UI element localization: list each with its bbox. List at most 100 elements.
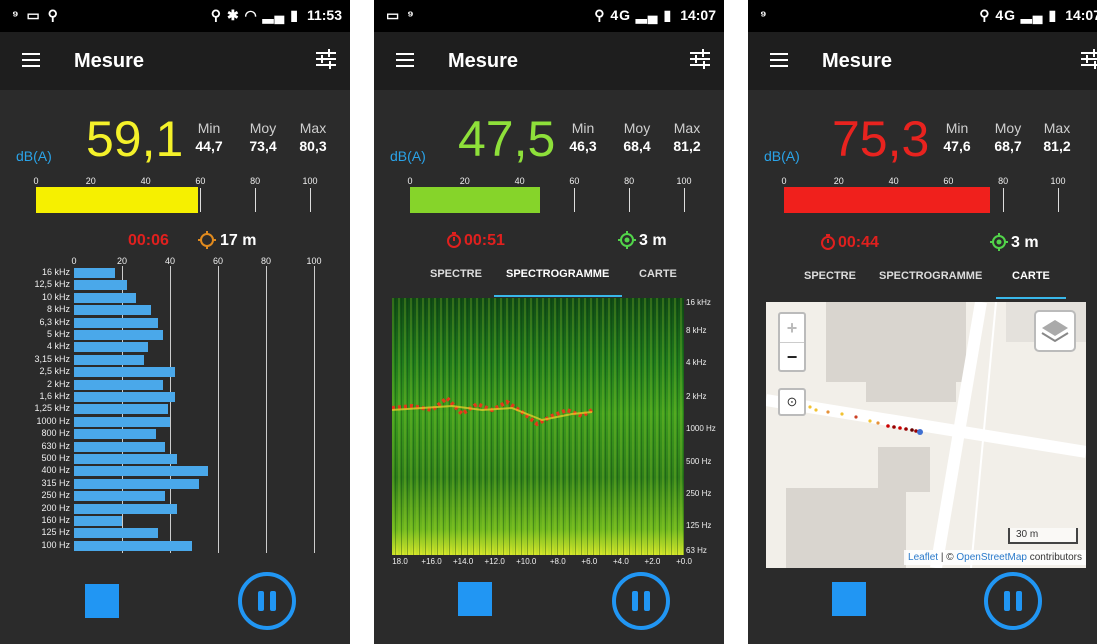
spectrogram-freq-label: 125 Hz (686, 521, 712, 530)
spectrogram-freq-label: 4 kHz (686, 358, 707, 367)
spectrogram-freq-label: 250 Hz (686, 489, 712, 498)
tab-spectrogramme[interactable]: SPECTROGRAMME (506, 268, 609, 280)
min-value: 47,6 (943, 138, 971, 154)
band-bar (74, 354, 144, 365)
app-bar: Mesure (0, 32, 350, 90)
level-bar (784, 187, 991, 213)
leaflet-link[interactable]: Leaflet (908, 552, 938, 563)
spectrogram-time-label: +16.0 (421, 557, 442, 566)
osm-link[interactable]: OpenStreetMap (956, 552, 1027, 563)
band-bar (74, 528, 158, 539)
status-time: 14:07 (1065, 7, 1097, 23)
band-bar (74, 379, 163, 390)
hamburger-menu-icon[interactable] (22, 53, 40, 67)
spectrum-grid-line (218, 266, 219, 553)
pause-button[interactable] (238, 572, 296, 630)
scale-tick-line (255, 188, 257, 212)
hamburger-menu-icon[interactable] (770, 53, 788, 67)
min-stat: Min 44,7 (186, 120, 232, 154)
status-left-icons: ▭ ⁹ (386, 7, 416, 23)
scale-tick-line (1058, 188, 1059, 212)
current-level: 47,5 (458, 111, 556, 167)
pause-button[interactable] (612, 572, 670, 630)
tab-spectrogramme[interactable]: SPECTROGRAMME (879, 270, 982, 282)
scale-tick-label: 60 (569, 176, 580, 186)
level-bar (410, 187, 541, 213)
band-bar (74, 367, 175, 378)
tab-spectre[interactable]: SPECTRE (430, 268, 482, 280)
tab-spectre[interactable]: SPECTRE (804, 270, 856, 282)
band-bar (74, 280, 127, 291)
pause-button[interactable] (984, 572, 1042, 630)
status-right: ⚲ 4G ▂▄ ▮ 14:07 (594, 7, 716, 24)
band-bar (74, 540, 192, 551)
zoom-out-button[interactable]: − (780, 342, 804, 370)
band-bar (74, 268, 115, 278)
stop-button[interactable] (832, 582, 866, 616)
band-label: 125 Hz (41, 527, 70, 538)
gps-fixed-icon (990, 233, 1008, 251)
band-bar (74, 466, 209, 477)
max-stat: Max 80,3 (290, 120, 336, 154)
active-tab-indicator (996, 297, 1066, 299)
status-time: 11:53 (306, 7, 342, 23)
stop-button[interactable] (85, 584, 119, 618)
zoom-in-button[interactable]: + (780, 314, 804, 342)
band-bar (74, 416, 170, 427)
scale-tick-line (629, 188, 631, 212)
scale-tick-label: 20 (459, 176, 470, 186)
status-left-icons: ⁹ (760, 7, 769, 23)
band-bar (74, 305, 151, 316)
tab-carte[interactable]: CARTE (639, 268, 677, 280)
band-label: 16 kHz (41, 267, 70, 277)
band-bar (74, 516, 122, 526)
stopwatch-icon (821, 234, 835, 250)
band-label: 160 Hz (41, 515, 70, 525)
min-stat: Min 47,6 (934, 120, 980, 154)
layers-button[interactable] (1034, 310, 1076, 352)
gps-accuracy: 17 m (220, 232, 257, 249)
scale-tick-line (200, 188, 202, 212)
app-bar: Mesure (748, 32, 1097, 90)
elapsed-timer: 00:44 (838, 234, 879, 251)
locate-button[interactable]: ⊙ (778, 388, 806, 416)
scale-tick-label: 80 (250, 176, 261, 186)
phone-screen-spectrum: ⁹ ▭ ⚲ ⚲ ✱ ◠ ▂▄ ▮ 11:53 Mesure dB(A) 59,1 … (0, 0, 350, 644)
gps-accuracy: 3 m (1011, 234, 1039, 251)
band-label: 4 kHz (46, 341, 70, 352)
band-bar (74, 317, 158, 328)
current-level: 75,3 (832, 111, 930, 167)
spectrum-grid-line (266, 266, 267, 553)
spectrum-axis-label: 0 (71, 256, 77, 266)
min-label: Min (197, 120, 221, 136)
min-stat: Min 46,3 (560, 120, 606, 154)
level-bar (36, 187, 198, 213)
view-tabs: SPECTRE SPECTROGRAMME CARTE (374, 262, 724, 298)
page-title: Mesure (74, 50, 145, 72)
stop-button[interactable] (458, 582, 492, 616)
map-view[interactable]: + − ⊙ 30 m Leaflet | © OpenStreetMap con… (766, 302, 1086, 568)
hamburger-menu-icon[interactable] (396, 53, 414, 67)
unit-label: dB(A) (16, 148, 52, 164)
settings-sliders-icon[interactable] (1079, 47, 1097, 71)
gps-fixed-icon (618, 231, 636, 249)
settings-sliders-icon[interactable] (688, 47, 712, 71)
band-label: 8 kHz (46, 304, 70, 315)
scale-tick-label: 20 (85, 176, 96, 186)
band-bar (74, 292, 137, 303)
stopwatch-icon (447, 232, 461, 248)
band-label: 400 Hz (41, 465, 70, 476)
level-meter: dB(A) 75,3 Min 47,6 Moy 68,7 Max 81,2 0 20 … (748, 90, 1097, 230)
timer-row: 00:44 3 m (748, 228, 1097, 252)
tab-carte[interactable]: CARTE (1012, 270, 1050, 282)
avg-stat: Moy 68,7 (985, 120, 1031, 154)
band-label: 12,5 kHz (34, 279, 70, 290)
scale-tick-label: 100 (676, 176, 692, 186)
min-value: 46,3 (569, 138, 597, 154)
status-signal-icons: ⚲ 4G ▂▄ ▮ (594, 7, 673, 23)
avg-label: Moy (623, 120, 651, 136)
spectrum-axis-label: 100 (306, 256, 322, 266)
settings-sliders-icon[interactable] (314, 47, 338, 71)
spectrogram-freq-label: 1000 Hz (686, 424, 716, 433)
max-stat: Max 81,2 (664, 120, 710, 154)
